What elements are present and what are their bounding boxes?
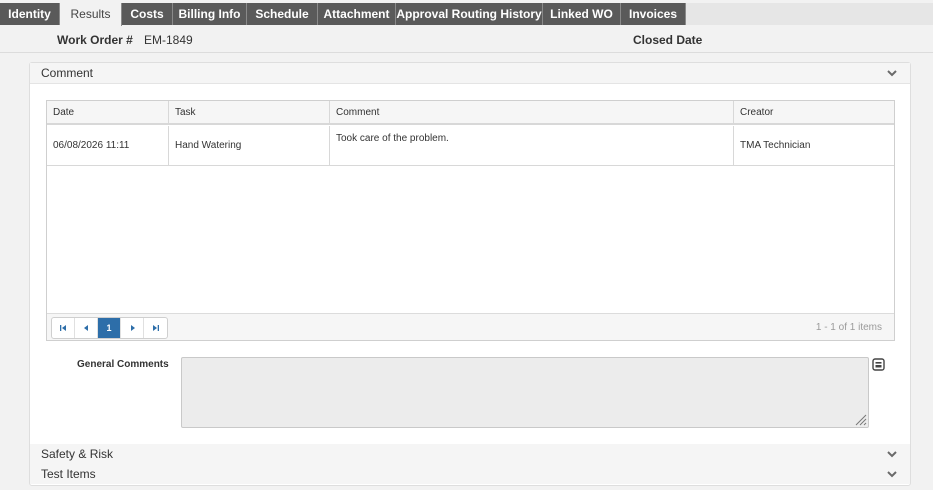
general-comments-label: General Comments	[77, 359, 169, 370]
safety-risk-title: Safety & Risk	[41, 447, 114, 461]
tab-billing-info[interactable]: Billing Info	[173, 3, 247, 25]
grid-header: Date Task Comment Creator	[47, 101, 894, 125]
next-page-icon	[130, 325, 135, 331]
next-page-button[interactable]	[121, 318, 144, 338]
tab-costs[interactable]: Costs	[122, 3, 173, 25]
tab-schedule[interactable]: Schedule	[247, 3, 318, 25]
comment-grid: Date Task Comment Creator 06/08/2026 11:…	[46, 100, 895, 341]
general-comments-field[interactable]	[181, 357, 869, 428]
tab-attachment[interactable]: Attachment	[318, 3, 396, 25]
expand-editor-icon[interactable]	[872, 358, 885, 371]
cell-task: Hand Watering	[168, 126, 329, 165]
test-items-section-header[interactable]: Test Items	[30, 464, 910, 484]
results-panel: Comment Date Task Comment Creator 06/08/…	[29, 62, 911, 486]
first-page-button[interactable]	[52, 318, 75, 338]
prev-page-icon	[83, 325, 88, 331]
closed-date-label: Closed Date	[633, 33, 703, 47]
cell-creator: TMA Technician	[733, 126, 894, 165]
last-page-button[interactable]	[144, 318, 167, 338]
tab-approval-routing-history[interactable]: Approval Routing History	[396, 3, 543, 25]
tab-identity[interactable]: Identity	[0, 3, 60, 25]
column-header-date[interactable]: Date	[47, 101, 168, 125]
cell-comment: Took care of the problem.	[329, 126, 733, 165]
table-row[interactable]: 06/08/2026 11:11 Hand Watering Took care…	[47, 126, 894, 166]
column-header-task[interactable]: Task	[168, 101, 329, 125]
comment-section-header[interactable]: Comment	[30, 63, 910, 83]
tab-invoices[interactable]: Invoices	[621, 3, 686, 25]
chevron-down-icon[interactable]	[887, 469, 897, 479]
pager-info: 1 - 1 of 1 items	[815, 322, 882, 333]
grid-pager: 1 1 - 1 of 1 items	[47, 313, 894, 340]
tab-results[interactable]: Results	[60, 3, 122, 26]
safety-risk-section-header[interactable]: Safety & Risk	[30, 444, 910, 464]
chevron-down-icon[interactable]	[887, 449, 897, 459]
work-order-label: Work Order #	[57, 33, 133, 47]
first-page-icon	[59, 325, 66, 331]
column-header-creator[interactable]: Creator	[733, 101, 894, 125]
header-divider	[0, 52, 933, 53]
comment-section-title: Comment	[41, 66, 94, 80]
pager-buttons: 1	[51, 317, 168, 339]
prev-page-button[interactable]	[75, 318, 98, 338]
work-order-value: EM-1849	[144, 33, 193, 47]
page-number-current[interactable]: 1	[98, 318, 121, 338]
test-items-title: Test Items	[41, 467, 96, 481]
last-page-icon	[153, 325, 159, 331]
tab-linked-wo[interactable]: Linked WO	[543, 3, 621, 25]
column-header-comment[interactable]: Comment	[329, 101, 733, 125]
tab-bar: Identity Results Costs Billing Info Sche…	[0, 0, 933, 26]
cell-date: 06/08/2026 11:11	[53, 140, 130, 151]
section-divider	[30, 83, 910, 84]
work-order-header: Work Order # EM-1849 Closed Date	[0, 26, 933, 53]
chevron-down-icon[interactable]	[887, 68, 897, 78]
